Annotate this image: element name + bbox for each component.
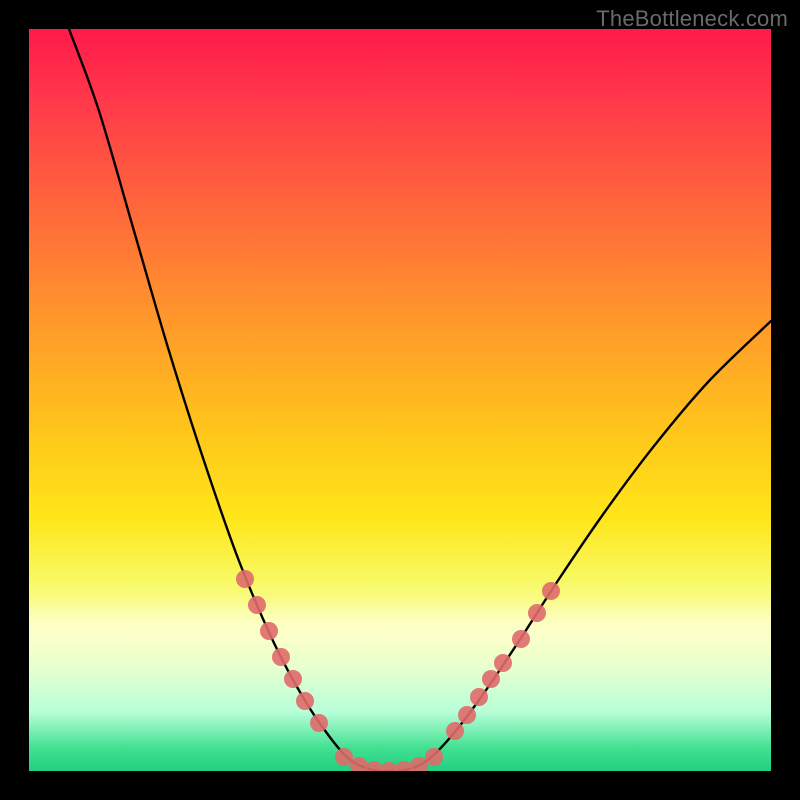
marker-dot — [284, 670, 302, 688]
marker-dot — [470, 688, 488, 706]
marker-dot — [335, 748, 353, 766]
plot-area — [29, 29, 771, 771]
marker-dot — [296, 692, 314, 710]
marker-dot — [236, 570, 254, 588]
marker-dot — [425, 748, 443, 766]
marker-dot — [494, 654, 512, 672]
curve-svg — [29, 29, 771, 771]
watermark-text: TheBottleneck.com — [596, 6, 788, 32]
marker-dot — [482, 670, 500, 688]
marker-dot — [248, 596, 266, 614]
marker-dot — [528, 604, 546, 622]
marker-dot — [542, 582, 560, 600]
marker-dot — [458, 706, 476, 724]
marker-dot — [446, 722, 464, 740]
marker-dot — [310, 714, 328, 732]
marker-dot — [272, 648, 290, 666]
markers-group — [236, 570, 560, 771]
bottleneck-curve — [69, 29, 771, 771]
marker-dot — [260, 622, 278, 640]
marker-dot — [512, 630, 530, 648]
chart-frame: TheBottleneck.com — [0, 0, 800, 800]
